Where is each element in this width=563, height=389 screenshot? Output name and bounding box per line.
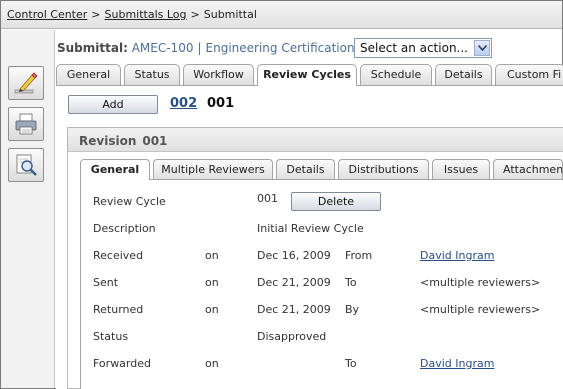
breadcrumb-submittals-log[interactable]: Submittals Log: [105, 8, 187, 21]
subtab-details[interactable]: Details: [276, 159, 335, 179]
returned-date: Dec 21, 2009: [257, 303, 331, 316]
preview-button[interactable]: [8, 148, 44, 182]
sent-label: Sent: [93, 276, 119, 289]
sent-date: Dec 21, 2009: [257, 276, 331, 289]
revision-label: Revision: [79, 134, 137, 148]
subtab-attachments[interactable]: Attachmen: [493, 159, 563, 179]
returned-on-label: on: [205, 303, 219, 316]
description-value: Initial Review Cycle: [257, 222, 364, 235]
returned-by-label: By: [345, 303, 360, 316]
subtab-distributions[interactable]: Distributions: [338, 159, 429, 179]
tab-schedule[interactable]: Schedule: [360, 64, 432, 85]
breadcrumb-separator: >: [190, 8, 200, 21]
print-button[interactable]: [8, 107, 44, 141]
submittal-id: AMEC-100: [131, 41, 194, 55]
breadcrumb: Control Center > Submittals Log > Submittal: [7, 8, 257, 21]
forwarded-to-label: To: [345, 357, 357, 370]
left-toolbar: [1, 30, 55, 388]
action-select[interactable]: Select an action...: [354, 38, 492, 58]
description-label: Description: [93, 222, 156, 235]
breadcrumb-bar: Control Center > Submittals Log > Submittal: [1, 1, 562, 29]
sent-to-value: <multiple reviewers>: [420, 276, 541, 289]
current-cycle: 001: [207, 96, 235, 111]
revision-header: Revision 001: [68, 128, 563, 152]
delete-button[interactable]: Delete: [291, 192, 381, 211]
forwarded-label: Forwarded: [93, 357, 151, 370]
received-from-label: From: [345, 249, 373, 262]
submittal-header: Submittal: AMEC-100 | Engineering Certific…: [57, 41, 355, 55]
header-separator: |: [197, 41, 202, 55]
breadcrumb-current: Submittal: [203, 8, 257, 21]
subtab-issues[interactable]: Issues: [432, 159, 490, 179]
received-from-link[interactable]: David Ingram: [420, 249, 494, 262]
review-cycle-label: Review Cycle: [93, 195, 166, 208]
received-date: Dec 16, 2009: [257, 249, 331, 262]
returned-by-value: <multiple reviewers>: [420, 303, 541, 316]
tab-workflow[interactable]: Workflow: [183, 64, 254, 85]
submittal-label: Submittal:: [57, 41, 128, 55]
breadcrumb-control-center[interactable]: Control Center: [7, 8, 87, 21]
edit-button[interactable]: [8, 66, 44, 100]
revision-number: 001: [142, 134, 168, 148]
cycle-link-002[interactable]: 002: [170, 96, 197, 111]
tab-review-cycles[interactable]: Review Cycles: [257, 64, 357, 86]
subtab-general[interactable]: General: [80, 159, 150, 180]
subtab-multiple-reviewers[interactable]: Multiple Reviewers: [153, 159, 273, 179]
sent-to-label: To: [345, 276, 357, 289]
printer-icon: [13, 111, 39, 137]
received-on-label: on: [205, 249, 219, 262]
action-select-value: Select an action...: [360, 41, 468, 55]
tab-general[interactable]: General: [56, 64, 121, 85]
submittal-title: Engineering Certification: [205, 41, 355, 55]
pencil-icon: [13, 70, 39, 96]
revision-title: Revision 001: [79, 134, 167, 148]
returned-label: Returned: [93, 303, 144, 316]
breadcrumb-separator: >: [91, 8, 101, 21]
tab-status[interactable]: Status: [124, 64, 180, 85]
magnifier-icon: [13, 152, 39, 178]
review-cycle-value: 001: [257, 192, 278, 205]
status-label: Status: [93, 330, 129, 343]
sent-on-label: on: [205, 276, 219, 289]
tab-details[interactable]: Details: [435, 64, 492, 85]
received-label: Received: [93, 249, 144, 262]
chevron-down-icon[interactable]: [474, 40, 490, 56]
status-value: Disapproved: [257, 330, 327, 343]
forwarded-on-label: on: [205, 357, 219, 370]
tab-custom-fields[interactable]: Custom Fi: [495, 64, 563, 85]
forwarded-to-link[interactable]: David Ingram: [420, 357, 494, 370]
add-cycle-button[interactable]: Add: [68, 95, 158, 114]
